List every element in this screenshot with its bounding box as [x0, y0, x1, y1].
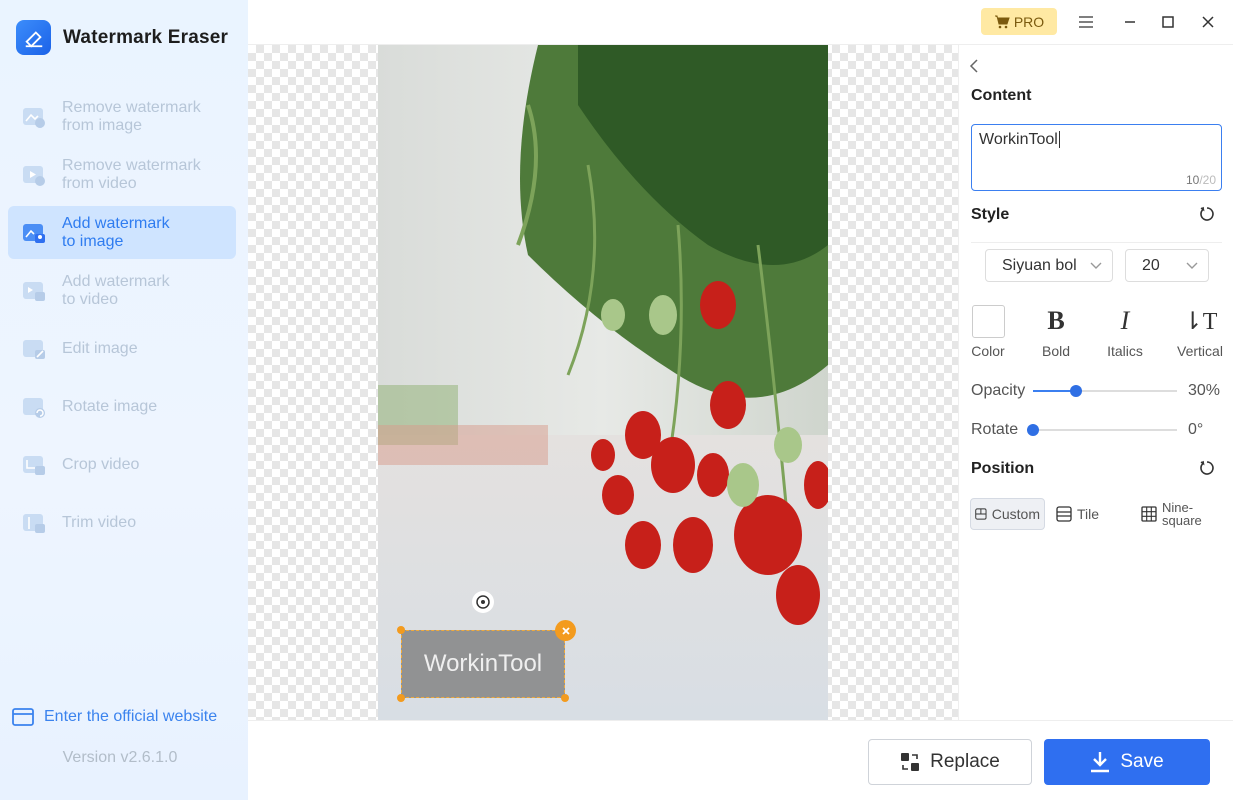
brand: Watermark Eraser — [16, 20, 228, 55]
sidebar-item-remove-watermark-image[interactable]: Remove watermark from image — [8, 90, 236, 143]
sidebar: Watermark Eraser Remove watermark from im… — [0, 0, 248, 800]
cart-icon — [994, 15, 1010, 28]
crop-video-icon — [23, 455, 45, 475]
tile-icon — [1056, 506, 1072, 522]
chevron-down-icon — [1186, 262, 1198, 269]
trim-video-icon — [23, 513, 45, 533]
rotate-knob[interactable] — [1027, 424, 1039, 436]
replace-icon — [901, 753, 920, 771]
sidebar-item-add-watermark-image[interactable]: Add watermark to image — [8, 206, 236, 259]
style-reset-icon[interactable] — [1199, 206, 1215, 227]
vertical-button[interactable]: ⇂T Vertical — [1170, 305, 1230, 360]
video-add-icon — [23, 281, 45, 301]
font-select[interactable]: Siyuan bol — [985, 249, 1113, 282]
position-nine-square-button[interactable]: Nine-square — [1137, 498, 1206, 530]
style-title: Style — [971, 206, 1010, 223]
sidebar-item-remove-watermark-video[interactable]: Remove watermark from video — [8, 148, 236, 201]
resize-handle[interactable] — [397, 694, 405, 702]
app-name: Watermark Eraser — [63, 26, 229, 48]
watermark-text-box[interactable]: WorkinTool — [401, 630, 565, 698]
maximize-icon[interactable] — [1156, 10, 1180, 34]
chevron-down-icon — [1090, 262, 1102, 269]
opacity-knob[interactable] — [1070, 385, 1083, 397]
font-size-select[interactable]: 20 — [1125, 249, 1209, 282]
minimize-icon[interactable] — [1118, 10, 1142, 34]
color-button[interactable]: Color — [958, 304, 1018, 359]
eraser-logo-icon — [16, 20, 51, 55]
sidebar-item-add-watermark-video[interactable]: Add watermark to video — [8, 264, 236, 317]
image-icon — [23, 107, 45, 128]
content-input[interactable]: WorkinTool 10/20 — [971, 124, 1222, 191]
save-button[interactable]: Save — [1044, 739, 1210, 785]
close-icon[interactable] — [1196, 10, 1220, 34]
sidebar-item-edit-image[interactable]: Edit image — [8, 322, 236, 375]
divider — [971, 242, 1222, 243]
position-tile-button[interactable]: Tile — [1052, 498, 1103, 530]
sidebar-item-trim-video[interactable]: Trim video — [8, 496, 236, 549]
bottom-bar: Replace Save — [248, 720, 1233, 800]
rotate-handle-icon[interactable] — [472, 591, 494, 613]
position-title: Position — [971, 460, 1035, 477]
canvas[interactable]: WorkinTool — [248, 45, 958, 720]
bold-icon: B — [1047, 306, 1065, 335]
watermark-text: WorkinTool — [423, 650, 543, 677]
title-bar: PRO — [248, 0, 1233, 45]
position-reset-icon[interactable] — [1199, 460, 1215, 481]
sidebar-nav: Remove watermark from image Remove waterm… — [8, 90, 236, 554]
properties-panel: Content WorkinTool 10/20 Style Siyuan bo… — [958, 45, 1233, 720]
video-icon — [23, 165, 45, 186]
pro-button[interactable]: PRO — [981, 8, 1057, 35]
rotate-slider-row: Rotate 0° — [971, 421, 1204, 438]
rotate-image-icon — [23, 397, 45, 418]
italics-button[interactable]: I Italics — [1095, 305, 1155, 359]
color-swatch — [971, 304, 1005, 338]
opacity-track[interactable] — [1033, 385, 1177, 397]
image-add-icon — [23, 223, 45, 243]
position-custom-button[interactable]: Custom — [970, 498, 1045, 530]
watermark-delete-icon[interactable] — [555, 620, 576, 641]
sidebar-item-crop-video[interactable]: Crop video — [8, 438, 236, 491]
opacity-slider-row: Opacity 30% — [971, 382, 1221, 399]
italic-icon: I — [1120, 306, 1130, 335]
version-label: Version v2.6.1.0 — [62, 749, 178, 766]
sidebar-item-rotate-image[interactable]: Rotate image — [8, 380, 236, 433]
rotate-track[interactable] — [1027, 424, 1177, 436]
download-icon — [1091, 752, 1110, 773]
text-style-tools: Color B Bold I Italics ⇂T Vertical — [969, 304, 1230, 365]
back-chevron-icon[interactable] — [969, 59, 979, 78]
char-counter: 10/20 — [1185, 173, 1216, 187]
official-website-link[interactable]: Enter the official website — [12, 708, 217, 726]
bold-button[interactable]: B Bold — [1026, 305, 1086, 359]
vertical-text-icon: ⇂T — [1182, 308, 1218, 335]
resize-handle[interactable] — [397, 626, 405, 634]
replace-button[interactable]: Replace — [868, 739, 1032, 785]
custom-layout-icon — [975, 508, 987, 520]
resize-handle[interactable] — [561, 694, 569, 702]
edit-image-icon — [23, 339, 45, 359]
content-title: Content — [971, 87, 1032, 104]
menu-icon[interactable] — [1074, 10, 1098, 34]
strawberry-photo — [378, 45, 828, 720]
browser-icon — [12, 708, 34, 726]
grid-icon — [1141, 506, 1157, 522]
